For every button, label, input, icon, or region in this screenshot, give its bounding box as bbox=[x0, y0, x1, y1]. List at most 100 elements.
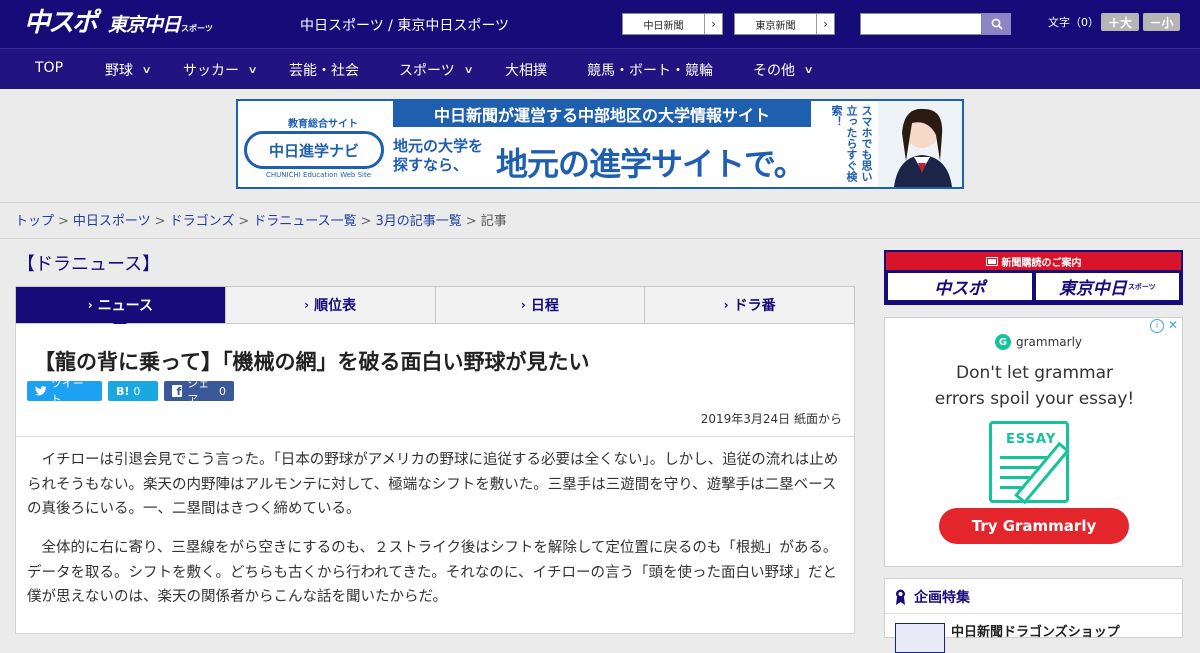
facebook-share-label: シェア bbox=[187, 377, 210, 406]
banner-logo-area: 教育総合サイト 中日進学ナビ CHUNICHI Education Web Si… bbox=[238, 101, 391, 187]
share-buttons: ツイート B! 0 f シェア 0 bbox=[27, 377, 234, 406]
breadcrumb-top[interactable]: トップ bbox=[15, 214, 54, 229]
breadcrumb-march-list[interactable]: 3月の記事一覧 bbox=[376, 214, 462, 229]
chevron-down-icon: ∨ bbox=[463, 64, 474, 76]
nav-item-other[interactable]: その他 ∨ bbox=[753, 60, 814, 80]
breadcrumb-separator: > bbox=[465, 214, 477, 229]
chunichi-shingaku-navi-banner[interactable]: 教育総合サイト 中日進学ナビ CHUNICHI Education Web Si… bbox=[236, 99, 964, 189]
article-paragraph: 全体的に右に寄り、三塁線をがら空きにするのも、２ストライク後はシフトを解除して定… bbox=[27, 540, 838, 605]
search-input[interactable] bbox=[860, 13, 982, 35]
chevron-down-icon: ∨ bbox=[803, 64, 814, 76]
banner-logo: 中日進学ナビ bbox=[244, 131, 384, 169]
logo-chuspo: 中スポ bbox=[24, 8, 98, 38]
article-title: 【龍の背に乗って】「機械の網」を破る面白い野球が見たい bbox=[34, 350, 590, 374]
grammarly-ad[interactable]: i ✕ G grammarly Don't let grammar errors… bbox=[884, 317, 1183, 567]
banner-vertical-text: スマホでも思い立ったらすぐ検索！ bbox=[830, 105, 873, 182]
tokyo-shimbun-label: 東京新聞 bbox=[755, 20, 796, 32]
font-larger-button[interactable]: ＋大 bbox=[1101, 13, 1139, 31]
nav-item-sports[interactable]: スポーツ ∨ bbox=[399, 60, 474, 80]
feature-header: 企画特集 bbox=[895, 587, 970, 607]
feature-item-link[interactable]: 中日新聞ドラゴンズショップ bbox=[951, 621, 1120, 640]
breadcrumb-dora-news-list[interactable]: ドラニュース一覧 bbox=[253, 214, 356, 229]
tab-dora-ban[interactable]: › ドラ番 bbox=[645, 287, 854, 323]
banner-area: 教育総合サイト 中日進学ナビ CHUNICHI Education Web Si… bbox=[0, 89, 1200, 203]
subscription-box: 新聞購読のご案内 中スポ 東京中日 スポーツ bbox=[884, 250, 1183, 305]
subscription-header: 新聞購読のご案内 bbox=[886, 252, 1181, 270]
banner-edu-label: 教育総合サイト bbox=[288, 119, 358, 130]
article-paragraph: イチローは引退会見でこう言った。「日本の野球がアメリカの野球に追従する必要は全く… bbox=[27, 452, 839, 517]
chunichi-shimbun-button[interactable]: 中日新聞 › bbox=[622, 13, 723, 35]
grammarly-logo-icon: G bbox=[995, 334, 1011, 350]
nav-item-label: スポーツ bbox=[399, 63, 455, 79]
banner-web-site-label: CHUNICHI Education Web Site bbox=[266, 171, 372, 179]
hatena-count: 0 bbox=[133, 384, 141, 398]
tab-label: ドラ番 bbox=[733, 298, 776, 314]
facebook-icon: f bbox=[172, 385, 183, 397]
nav-item-label: 競馬・ボート・競輪 bbox=[587, 63, 713, 79]
breadcrumb-separator: > bbox=[154, 214, 166, 229]
banner-student-image bbox=[878, 101, 962, 187]
hatena-bookmark-button[interactable]: B! 0 bbox=[108, 381, 158, 401]
divider bbox=[16, 436, 854, 437]
breadcrumb-chuspo[interactable]: 中日スポーツ bbox=[73, 214, 151, 229]
section-title: 【ドラニュース】 bbox=[17, 254, 161, 275]
banner-sub-line-2: 探すなら、 bbox=[393, 156, 469, 174]
breadcrumb-dragons[interactable]: ドラゴンズ bbox=[170, 214, 235, 229]
breadcrumb-current: 記事 bbox=[480, 214, 507, 229]
divider bbox=[885, 613, 1182, 614]
tokyo-chunichi-logo-small: スポーツ bbox=[1127, 282, 1156, 291]
nav-item-entertainment[interactable]: 芸能・社会 bbox=[289, 60, 359, 80]
close-icon[interactable]: ✕ bbox=[1166, 318, 1180, 332]
chevron-right-icon: › bbox=[520, 298, 526, 312]
breadcrumb-separator: > bbox=[238, 214, 250, 229]
chunichi-shimbun-label: 中日新聞 bbox=[643, 20, 684, 32]
nav-item-label: TOP bbox=[35, 60, 64, 76]
ad-headline-line-2: errors spoil your essay! bbox=[934, 389, 1135, 409]
tab-label: 順位表 bbox=[314, 298, 357, 314]
banner-sub-line-1: 地元の大学を bbox=[393, 137, 484, 155]
tab-standings[interactable]: › 順位表 bbox=[226, 287, 436, 323]
nav-item-label: 大相撲 bbox=[505, 63, 547, 79]
nav-item-racing[interactable]: 競馬・ボート・競輪 bbox=[587, 60, 713, 80]
chevron-right-icon: › bbox=[87, 298, 93, 312]
site-logo[interactable]: 中スポ 東京中日 スポーツ bbox=[24, 8, 213, 38]
banner-sub-text: 地元の大学を 探すなら、 bbox=[393, 137, 483, 175]
tab-news[interactable]: › ニュース bbox=[16, 287, 226, 331]
banner-big-text: 地元の進学サイトで。 bbox=[496, 145, 806, 183]
tokyo-chunichi-logo: 東京中日 bbox=[1058, 279, 1127, 299]
twitter-bird-icon bbox=[35, 386, 47, 396]
tab-schedule[interactable]: › 日程 bbox=[436, 287, 646, 323]
divider bbox=[0, 238, 1200, 239]
nav-item-label: サッカー bbox=[183, 63, 239, 79]
ribbon-icon bbox=[896, 589, 905, 605]
subscription-logos: 中スポ 東京中日 スポーツ bbox=[886, 270, 1181, 303]
header-bar: 中スポ 東京中日 スポーツ 中日スポーツ / 東京中日スポーツ 中日新聞 › 東… bbox=[0, 0, 1200, 48]
tweet-button[interactable]: ツイート bbox=[27, 377, 102, 406]
chuspo-logo: 中スポ bbox=[934, 279, 986, 299]
feature-title: 企画特集 bbox=[914, 590, 970, 606]
nav-item-label: その他 bbox=[753, 63, 795, 79]
nav-item-sumo[interactable]: 大相撲 bbox=[505, 60, 547, 80]
facebook-share-button[interactable]: f シェア 0 bbox=[164, 377, 234, 406]
feature-box: 企画特集 中日新聞ドラゴンズショップ bbox=[884, 578, 1183, 653]
font-smaller-button[interactable]: －小 bbox=[1143, 13, 1180, 31]
tab-label: 日程 bbox=[530, 298, 559, 314]
tweet-label: ツイート bbox=[50, 377, 84, 406]
try-grammarly-button[interactable]: Try Grammarly bbox=[939, 508, 1129, 544]
ad-headline-line-1: Don't let grammar bbox=[956, 363, 1113, 383]
nav-item-baseball[interactable]: 野球 ∨ bbox=[105, 60, 152, 80]
site-title-link[interactable]: 中日スポーツ / 東京中日スポーツ bbox=[300, 15, 509, 35]
banner-top-text: 中日新聞が運営する中部地区の大学情報サイト bbox=[393, 101, 811, 127]
feature-thumbnail[interactable] bbox=[895, 623, 945, 653]
subscribe-chuspo-button[interactable]: 中スポ bbox=[888, 273, 1032, 300]
logo-sports-small: スポーツ bbox=[181, 24, 213, 33]
nav-item-label: 芸能・社会 bbox=[289, 63, 359, 79]
subscribe-tokyo-chunichi-button[interactable]: 東京中日 スポーツ bbox=[1035, 273, 1179, 300]
chevron-down-icon: ∨ bbox=[247, 64, 258, 76]
tokyo-shimbun-button[interactable]: 東京新聞 › bbox=[734, 13, 835, 35]
nav-item-top[interactable]: TOP bbox=[35, 60, 63, 76]
ad-info-icon[interactable]: i bbox=[1150, 319, 1164, 333]
search-button[interactable] bbox=[982, 13, 1011, 35]
nav-item-soccer[interactable]: サッカー ∨ bbox=[183, 60, 258, 80]
hatena-bookmark-icon: B! bbox=[116, 384, 130, 398]
